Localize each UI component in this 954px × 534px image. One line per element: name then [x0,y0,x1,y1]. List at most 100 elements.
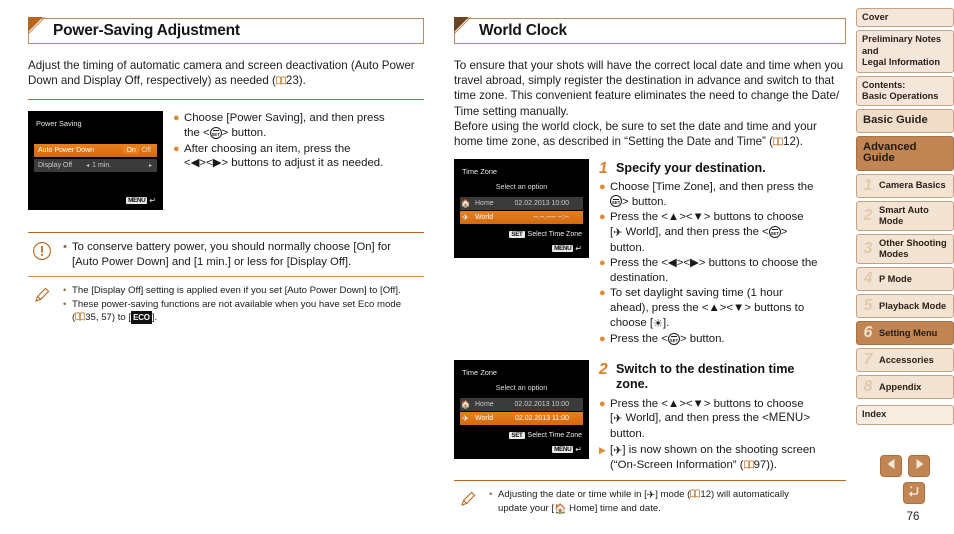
sidebar-item-basic-guide[interactable]: Basic Guide [856,109,954,133]
step1-content: 1 Specify your destination. ● Choose [Ti… [599,159,846,348]
note-page-ref[interactable]: 35, 57) to [ [85,312,131,323]
sidebar-item-cover[interactable]: Cover [856,8,954,28]
home-icon: 🏠 [460,199,471,209]
section-header-world-clock: World Clock [453,16,846,44]
airplane-icon: ✈ [462,413,469,423]
sidebar-item-advanced-guide[interactable]: Advanced Guide [856,135,954,171]
bullet-text: ahead), press the <▲><▼> buttons to [610,301,805,314]
manual-page: Power-Saving Adjustment Adjust the timin… [0,0,954,534]
sidebar-item-camera-basics[interactable]: 1 Camera Basics [856,173,954,198]
option-on[interactable]: On [123,147,139,155]
intro-page-ref[interactable]: 12). [783,135,803,148]
chapter-label: Camera Basics [879,180,946,191]
chapter-number: 7 [863,351,873,369]
bullet-text: Press the < [610,333,668,346]
airplane-icon: ✈ [462,213,469,223]
lcd-row-home[interactable]: 🏠 Home 02.02.2013 10:00 [460,397,583,411]
bullet-text: Press the <▲><▼> buttons to choose [610,397,804,410]
lcd-title: Time Zone [462,367,498,377]
lcd-menu-return[interactable]: MENU ↵ [552,244,582,253]
lcd-menu-return[interactable]: MENU ↵ [126,196,156,205]
note-line: ] mode ( [655,488,691,500]
bullet-dot-icon: ● [173,142,180,155]
airplane-icon: ✈ [613,413,623,426]
divider-rule [28,99,424,101]
tip-note-world-clock: • Adjusting the date or time while in [✈… [454,481,846,522]
chapter-number: 2 [863,206,873,224]
arrow-left-icon[interactable]: ◂ [86,163,89,169]
lcd-row-home[interactable]: 🏠 Home 02.02.2013 10:00 [460,197,583,211]
list-item: ▶ [✈] is now shown on the shooting scree… [599,443,846,473]
book-icon [276,76,286,85]
lcd-subtitle: Select an option [495,182,548,192]
func-set-button-icon: SET [209,126,222,139]
lcd-row-label: World [475,414,494,422]
step-number: 1 [599,160,608,178]
arrow-right-icon[interactable]: ▸ [149,162,152,169]
sidebar-item-index[interactable]: Index [856,405,954,425]
sidebar-item-smart-auto-mode[interactable]: 2 Smart Auto Mode [856,200,954,232]
bullet-dot-icon: • [63,298,67,310]
sidebar-item-setting-menu[interactable]: 6 Setting Menu [856,321,954,346]
set-chip: SET [509,431,525,439]
sidebar-item-contents[interactable]: Contents: Basic Operations [856,75,954,107]
lcd-row-value: 02.02.2013 10:00 [514,200,570,208]
menu-button-label: MENU [768,412,804,425]
daylight-saving-sun-icon: ☀ [653,317,663,330]
step-heading: 2 Switch to the destination time zone. [599,361,846,393]
sidebar-item-appendix[interactable]: 8 Appendix [856,375,954,400]
step-title: Switch to the destination time [616,361,795,376]
sidebar-item-p-mode[interactable]: 4 P Mode [856,267,954,292]
lcd-row-world[interactable]: ✈ World 02.02.2013 11:00 [460,411,583,425]
sidebar-item-preliminary-notes[interactable]: Preliminary Notes and Legal Information [856,30,954,73]
sidebar-item-other-shooting-modes[interactable]: 3 Other Shooting Modes [856,234,954,265]
lcd-row-label: Auto Power Down [38,147,95,155]
bullet-text: button. [610,427,645,440]
intro-page-ref[interactable]: 23). [286,74,306,87]
note-tail: ]. [151,311,158,323]
lcd-row-label: Home [475,200,494,208]
bullet-text-cont: the < [184,127,210,139]
book-icon [75,311,86,321]
book-icon [773,137,783,146]
result-text: ] is now shown on the shooting screen [622,443,816,456]
option-off[interactable]: Off [142,147,151,154]
bullet-text: ]. [662,316,670,329]
prev-page-button[interactable] [880,455,902,477]
set-hint-text: Select Time Zone [527,231,582,239]
page-number: 76 [906,511,920,523]
camera-screen-power-saving: Power Saving Auto Power Down On Off Displ… [28,111,163,211]
lcd-row-label: World [475,214,494,222]
intro-text: Down and Display Off, respectively) as n… [28,74,276,88]
lcd-row-auto-power-down[interactable]: Auto Power Down On Off [34,144,157,158]
sidebar-item-playback-mode[interactable]: 5 Playback Mode [856,294,954,319]
airplane-icon: ✈ [613,444,623,457]
lcd-row-world[interactable]: ✈ World --.--.---- --:-- [460,211,583,225]
pencil-icon [458,488,480,516]
result-page-ref[interactable]: 97)). [754,459,777,471]
lcd-row-value: ◂ 1 min. [86,162,117,169]
step-title-cont: zone. [616,377,649,392]
chapter-label: Smart Auto Mode [879,204,929,226]
sidebar-item-accessories[interactable]: 7 Accessories [856,348,954,373]
next-page-button[interactable] [908,455,930,477]
bullet-dot-icon: • [63,284,67,296]
list-item: ● Press the < SET > button. [599,332,846,347]
step2-row: Time Zone Select an option 🏠 Home 02.02.… [454,359,846,474]
power-saving-figure-row: Power Saving Auto Power Down On Off Displ… [28,111,424,211]
note-page-ref[interactable]: 12) will automatically [700,489,789,500]
bullet-text: choose [ [610,316,654,329]
chapter-number: 5 [863,297,873,315]
triangle-left-icon [886,457,897,475]
bullet-text: > [803,412,811,425]
chapter-number: 8 [863,378,873,396]
lcd-menu-return[interactable]: MENU ↵ [552,445,582,454]
note-line: Home] time and date. [566,502,661,514]
sidebar-navigation: Cover Preliminary Notes and Legal Inform… [856,8,954,428]
list-item: • These power-saving functions are not a… [63,298,402,324]
lcd-row-display-off[interactable]: Display Off ◂ 1 min. ▸ [34,159,157,173]
bullet-text: Choose [Power Saving], and then press [184,112,385,125]
back-button[interactable] [903,482,925,504]
caution-icon [32,240,54,269]
chapter-number: 1 [863,176,873,194]
